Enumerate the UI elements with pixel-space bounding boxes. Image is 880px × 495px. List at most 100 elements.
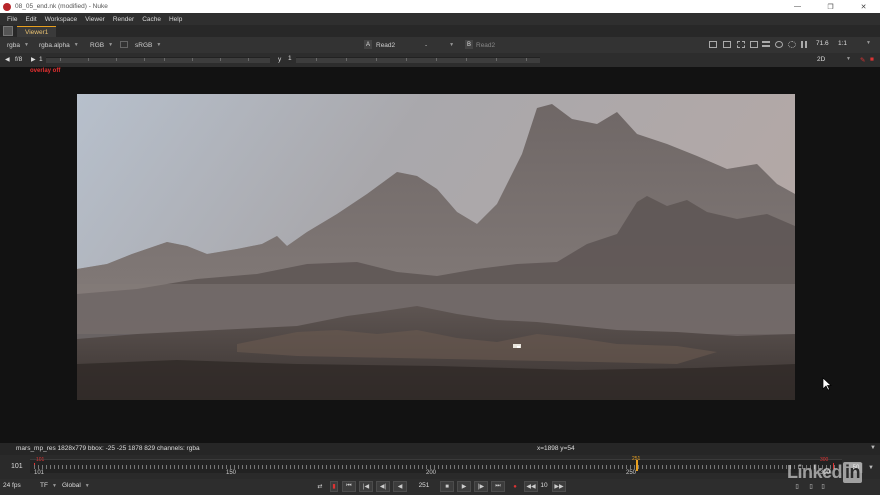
menu-render[interactable]: Render	[109, 16, 138, 23]
compare-op-dropdown[interactable]: - ▼	[422, 40, 462, 50]
frame-field[interactable]: 251	[412, 481, 436, 492]
step-forward-button[interactable]: ▶▶	[552, 481, 566, 492]
play-backward-button[interactable]: ◀	[393, 481, 407, 492]
alpha-channel-dropdown[interactable]: rgba.alpha ▼	[36, 40, 82, 50]
chevron-down-icon[interactable]: ▼	[846, 56, 851, 62]
chevron-down-icon[interactable]: ▼	[866, 40, 871, 46]
alpha-channel-value: rgba.alpha	[39, 41, 70, 49]
chevron-down-icon: ▼	[84, 482, 90, 489]
timeline-label-101: 101	[34, 470, 45, 476]
refresh-icon[interactable]	[775, 41, 783, 48]
maximize-button[interactable]: ❐	[814, 0, 847, 13]
viewer-toolbar-secondary: ◀ f/8 ▶ 1 y 1 2D ▼ ✎ ■	[0, 53, 880, 67]
timeline-label-150: 150	[226, 470, 237, 476]
gamma-slider[interactable]	[296, 57, 540, 63]
fps-field[interactable]: 24 fps	[3, 482, 21, 489]
chevron-down-icon: ▼	[108, 42, 114, 48]
timeline-label-200: 200	[426, 470, 437, 476]
menu-cache[interactable]: Cache	[138, 16, 165, 23]
window-controls: — ❐ ✕	[781, 0, 880, 13]
pane-tab-bar: Viewer1	[0, 25, 880, 37]
lock-icon[interactable]: ■	[870, 56, 874, 63]
a-input-label: A	[364, 40, 372, 49]
pixel-coordinate-readout: x=1898 y=54	[537, 445, 575, 452]
last-frame-button[interactable]: ⏭	[491, 481, 505, 492]
timeline-label-250: 250	[626, 470, 637, 476]
colorspace-value: sRGB	[135, 41, 153, 49]
roi-icon[interactable]	[723, 41, 731, 48]
viewer-canvas[interactable]: overlay off	[0, 67, 880, 443]
overlay-status-label: overlay off	[30, 68, 61, 74]
increment-field[interactable]: 10	[538, 481, 550, 492]
mouse-cursor-icon	[822, 377, 832, 391]
chevron-down-icon[interactable]: ▼	[868, 465, 874, 471]
watermark-text: Linked	[787, 462, 843, 482]
b-input-label: B	[465, 40, 473, 49]
chevron-down-icon[interactable]: ▼	[870, 445, 876, 451]
pause-icon[interactable]	[801, 41, 807, 48]
tf-dropdown[interactable]: TF ▼	[40, 482, 57, 489]
window-titlebar: 08_05_end.nk (modified) - Nuke — ❐ ✕	[0, 0, 880, 13]
timeline-scrubber[interactable]: 101 300 101 150 200 250 300 251	[30, 456, 842, 476]
tab-viewer1[interactable]: Viewer1	[17, 26, 57, 37]
input-process-icon[interactable]	[120, 41, 128, 48]
pane-menu-icon[interactable]	[3, 26, 13, 36]
minimize-button[interactable]: —	[781, 0, 814, 13]
fstop-left-arrow-icon[interactable]: ◀	[5, 56, 10, 63]
proxy-icon[interactable]	[737, 41, 745, 48]
prev-frame-button[interactable]: ◀|	[376, 481, 390, 492]
scope-dropdown[interactable]: Global ▼	[62, 482, 90, 489]
menu-viewer[interactable]: Viewer	[81, 16, 109, 23]
in-marker-icon[interactable]: ▮	[330, 481, 338, 492]
viewer-info-bar: mars_mp_res 1828x779 bbox: -25 -25 1878 …	[0, 443, 880, 455]
b-input-dropdown[interactable]: Read2	[473, 40, 521, 50]
linkedin-watermark: Linked in	[787, 462, 863, 483]
record-icon[interactable]: ●	[508, 481, 522, 492]
pencil-icon[interactable]: ✎	[860, 56, 865, 64]
fstop-right-arrow-icon[interactable]: ▶	[31, 56, 36, 63]
playback-mode-icon[interactable]: ⇄	[313, 481, 327, 492]
a-input-value: Read2	[376, 41, 396, 49]
zoom-level[interactable]: 71.6	[816, 40, 829, 47]
viewer-image	[77, 94, 795, 400]
scale-dropdown[interactable]: 1:1	[838, 40, 847, 47]
stop-button[interactable]: ■	[440, 481, 454, 492]
window-title: 08_05_end.nk (modified) - Nuke	[15, 3, 108, 10]
nuke-logo-icon	[3, 2, 11, 11]
next-frame-button[interactable]: |▶	[474, 481, 488, 492]
chevron-down-icon: ▼	[73, 42, 79, 48]
menu-bar: File Edit Workspace Viewer Render Cache …	[0, 13, 880, 25]
playback-controls: 24 fps TF ▼ Global ▼ ⇄ ▮ ⏮ |◀ ◀| ◀ 251 ■ ▶…	[0, 479, 880, 495]
lines-icon[interactable]	[762, 41, 770, 47]
gear-icon[interactable]	[788, 41, 796, 48]
chevron-down-icon: ▼	[156, 42, 162, 48]
menu-help[interactable]: Help	[165, 16, 186, 23]
display-channel-value: RGB	[90, 41, 105, 49]
timeline-ticks	[34, 465, 838, 469]
watermark-suffix: in	[843, 462, 863, 483]
play-forward-button[interactable]: ▶	[457, 481, 471, 492]
colorspace-dropdown[interactable]: sRGB ▼	[132, 40, 164, 50]
step-back-button[interactable]: ◀◀	[524, 481, 538, 492]
timeline-bar: 101 101 300 101 150 200 250 300 251 50 ▼	[0, 455, 880, 479]
fstop-value[interactable]: f/8	[15, 56, 22, 63]
menu-edit[interactable]: Edit	[21, 16, 40, 23]
mask-overlay-icon[interactable]	[750, 41, 758, 48]
scope-value: Global	[62, 482, 81, 489]
channels-dropdown[interactable]: rgba ▼	[4, 40, 32, 50]
prev-keyframe-button[interactable]: |◀	[359, 481, 373, 492]
close-button[interactable]: ✕	[847, 0, 880, 13]
viewer-toolbar: rgba ▼ rgba.alpha ▼ RGB ▼ sRGB ▼ A Read2 - ▼ …	[0, 37, 880, 53]
first-frame-button[interactable]: ⏮	[342, 481, 356, 492]
compare-op-value: -	[425, 41, 428, 49]
menu-workspace[interactable]: Workspace	[41, 16, 81, 23]
display-channel-dropdown[interactable]: RGB ▼	[87, 40, 116, 50]
gain-value[interactable]: 1	[39, 56, 43, 63]
a-input-dropdown[interactable]: Read2	[373, 40, 421, 50]
gain-slider[interactable]	[46, 57, 270, 63]
clip-warning-icon[interactable]	[709, 41, 717, 48]
view-mode-dropdown[interactable]: 2D	[817, 56, 825, 63]
menu-file[interactable]: File	[3, 16, 21, 23]
chevron-down-icon: ▼	[449, 42, 455, 48]
chevron-down-icon: ▼	[51, 482, 57, 489]
